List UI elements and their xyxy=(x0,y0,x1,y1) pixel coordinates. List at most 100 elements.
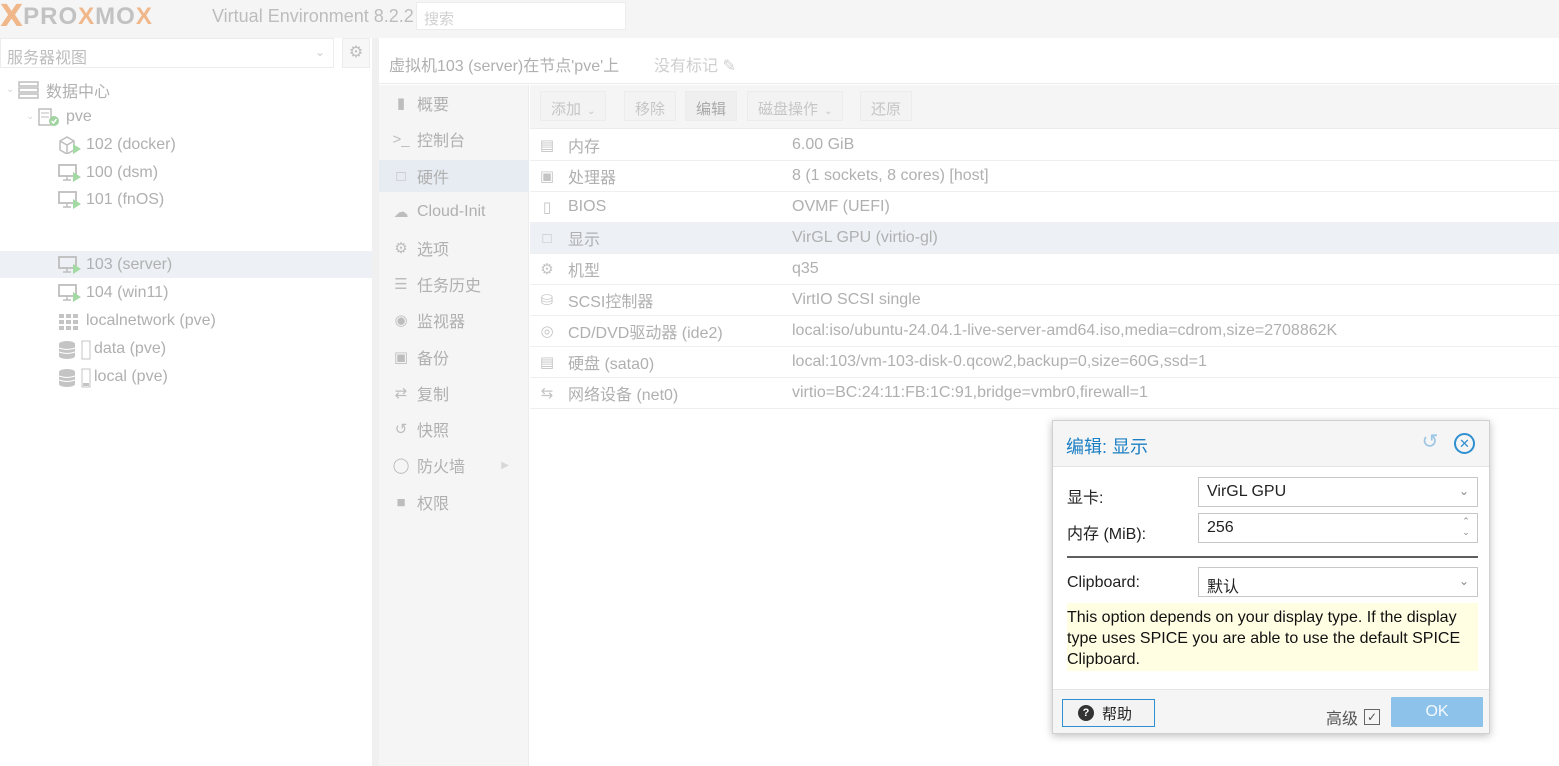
nav-options[interactable]: ⚙ 选项 xyxy=(379,232,529,264)
spinner-icon[interactable]: ⌃ ⌄ xyxy=(1460,516,1472,538)
gpu-label: 显卡: xyxy=(1067,490,1104,507)
nav-hardware[interactable]: □ 硬件 xyxy=(379,160,529,192)
tags-edit[interactable]: 没有标记 ✎ xyxy=(654,52,736,76)
tree-label: 数据中心 xyxy=(46,83,111,101)
close-icon[interactable]: ✕ xyxy=(1454,433,1475,454)
nav-summary[interactable]: ▮ 概要 xyxy=(379,87,529,119)
revert-button[interactable]: 还原 xyxy=(860,91,913,121)
help-button[interactable]: ? 帮助 xyxy=(1062,699,1155,727)
table-row[interactable]: ⇆ 网络设备 (net0) virtio=BC:24:11:FB:1C:91,bri… xyxy=(530,378,1559,409)
tree-node-101[interactable]: 101 (fnOS) xyxy=(0,186,372,213)
disk-action-button[interactable]: 磁盘操作 ⌄ xyxy=(747,91,844,121)
tags-label: 没有标记 xyxy=(654,58,719,75)
gear-icon[interactable]: ⚙ xyxy=(342,38,370,68)
add-label: 添加 xyxy=(551,101,582,118)
revert-label: 还原 xyxy=(871,101,902,118)
panel-splitter[interactable] xyxy=(372,38,379,766)
tree-label: 100 (dsm) xyxy=(86,163,159,181)
nav-cloudinit[interactable]: ☁ Cloud-Init xyxy=(379,196,529,228)
storage-icon xyxy=(58,340,91,359)
edit-button[interactable]: 编辑 xyxy=(685,91,738,121)
hardware-toolbar: 添加 ⌄ 移除 编辑 磁盘操作 ⌄ 还原 xyxy=(530,85,1559,129)
memory-input[interactable]: 256 ⌃ ⌄ xyxy=(1198,513,1478,543)
table-row[interactable]: ⚙ 机型 q35 xyxy=(530,254,1559,285)
add-button[interactable]: 添加 ⌄ xyxy=(540,91,607,121)
sdn-grid-icon xyxy=(58,312,80,330)
reset-icon[interactable]: ↺ xyxy=(1419,431,1441,453)
tree-node-102[interactable]: 102 (docker) xyxy=(0,131,372,158)
tree-node-datacenter[interactable]: ⌄ 数据中心 xyxy=(0,76,372,103)
nav-console[interactable]: >_ 控制台 xyxy=(379,123,529,155)
vm-nav: ▮ 概要 >_ 控制台 □ 硬件 ☁ Cloud-Init ⚙ 选项 ☰ 任务历史 ◉ 监视器… xyxy=(379,85,529,766)
ok-button[interactable]: OK xyxy=(1391,697,1483,727)
nav-label: 快照 xyxy=(417,423,450,440)
nav-firewall[interactable]: ◯ 防火墙 ▶ xyxy=(379,449,529,481)
table-row[interactable]: ▤ 硬盘 (sata0) local:103/vm-103-disk-0.qcow2… xyxy=(530,347,1559,378)
hw-value: q35 xyxy=(792,260,819,277)
tree-node-100[interactable]: 100 (dsm) xyxy=(0,159,372,186)
table-row[interactable]: ◎ CD/DVD驱动器 (ide2) local:iso/ubuntu-24.04.… xyxy=(530,316,1559,347)
table-row[interactable]: ▣ 处理器 8 (1 sockets, 8 cores) [host] xyxy=(530,161,1559,192)
search-input[interactable]: 搜索 xyxy=(416,2,626,30)
clipboard-select[interactable]: 默认 ⌄ xyxy=(1198,567,1478,597)
gpu-select[interactable]: VirGL GPU ⌄ xyxy=(1198,477,1478,507)
tree-node-data[interactable]: data (pve) xyxy=(0,335,372,362)
cpu-icon: ▣ xyxy=(539,168,555,185)
logo-part-x2: X xyxy=(135,3,153,30)
hw-value: VirtIO SCSI single xyxy=(792,291,921,308)
table-row[interactable]: ▯ BIOS OVMF (UEFI) xyxy=(530,192,1559,223)
gear-icon: ⚙ xyxy=(394,240,408,257)
logo-wordmark: PROXMOX xyxy=(23,2,153,32)
nav-replication[interactable]: ⇄ 复制 xyxy=(379,377,529,409)
checkbox-icon[interactable]: ✓ xyxy=(1364,709,1381,725)
dialog-footer: ? 帮助 高级 ✓ OK xyxy=(1053,689,1489,733)
hw-value: VirGL GPU (virtio-gl) xyxy=(792,229,938,246)
tree-node-pve[interactable]: ⌄ pve xyxy=(0,103,372,130)
top-bar: X PROXMOX Virtual Environment 8.2.2 搜索 xyxy=(0,0,1559,38)
nav-label: Cloud-Init xyxy=(417,203,486,220)
chevron-down-icon[interactable]: ⌄ xyxy=(1459,574,1469,588)
nav-monitor[interactable]: ◉ 监视器 xyxy=(379,304,529,336)
nav-permissions[interactable]: ■ 权限 xyxy=(379,486,529,518)
remove-button[interactable]: 移除 xyxy=(624,91,677,121)
terminal-icon: >_ xyxy=(392,130,410,148)
advanced-toggle[interactable]: 高级 ✓ xyxy=(1326,705,1381,729)
nav-task-history[interactable]: ☰ 任务历史 xyxy=(379,268,529,300)
logo-part-pro: PRO xyxy=(23,3,79,30)
eye-icon: ◉ xyxy=(394,312,408,329)
collapse-icon[interactable]: ⌄ xyxy=(6,84,14,95)
tree-label: data (pve) xyxy=(94,339,167,357)
container-running-icon xyxy=(58,135,81,155)
unlock-icon: ■ xyxy=(396,493,406,511)
table-row[interactable]: □ 显示 VirGL GPU (virtio-gl) xyxy=(530,223,1559,254)
tree-node-104[interactable]: 104 (win11) xyxy=(0,279,372,306)
advanced-label: 高级 xyxy=(1326,711,1359,728)
database-icon: ⛁ xyxy=(540,292,554,309)
table-row[interactable]: ▤ 内存 6.00 GiB xyxy=(530,130,1559,161)
table-row[interactable]: ⛁ SCSI控制器 VirtIO SCSI single xyxy=(530,285,1559,316)
collapse-icon[interactable]: ⌄ xyxy=(26,111,34,122)
hw-value: OVMF (UEFI) xyxy=(792,198,890,215)
vm-running-icon xyxy=(58,283,81,302)
nav-backup[interactable]: ▣ 备份 xyxy=(379,341,529,373)
hw-name: BIOS xyxy=(568,198,607,215)
disk-action-label: 磁盘操作 xyxy=(758,101,819,118)
hdd-icon: ▤ xyxy=(539,354,555,371)
chevron-down-icon[interactable]: ⌄ xyxy=(1459,484,1469,498)
edit-display-dialog: 编辑: 显示 ↺ ✕ 显卡: VirGL GPU ⌄ 内存 (MiB): 256… xyxy=(1052,420,1490,734)
tree-node-103[interactable]: 103 (server) xyxy=(0,251,372,278)
hw-name: 网络设备 (net0) xyxy=(568,387,679,404)
nav-snapshots[interactable]: ↺ 快照 xyxy=(379,413,529,445)
microchip-icon: ▯ xyxy=(542,199,552,216)
view-selector[interactable]: 服务器视图 ⌄ xyxy=(0,38,334,68)
book-icon: ▮ xyxy=(396,95,406,112)
hw-name: 内存 xyxy=(568,139,601,156)
tree-node-localnetwork[interactable]: localnetwork (pve) xyxy=(0,307,372,334)
shield-icon: ◯ xyxy=(392,457,410,474)
nav-label: 复制 xyxy=(417,387,450,404)
hw-name: SCSI控制器 xyxy=(568,294,654,311)
memory-label: 内存 (MiB): xyxy=(1067,526,1147,543)
tree-node-local[interactable]: local (pve) xyxy=(0,363,372,390)
dialog-header[interactable]: 编辑: 显示 ↺ ✕ xyxy=(1053,421,1489,467)
cogs-icon: ⚙ xyxy=(540,261,554,278)
